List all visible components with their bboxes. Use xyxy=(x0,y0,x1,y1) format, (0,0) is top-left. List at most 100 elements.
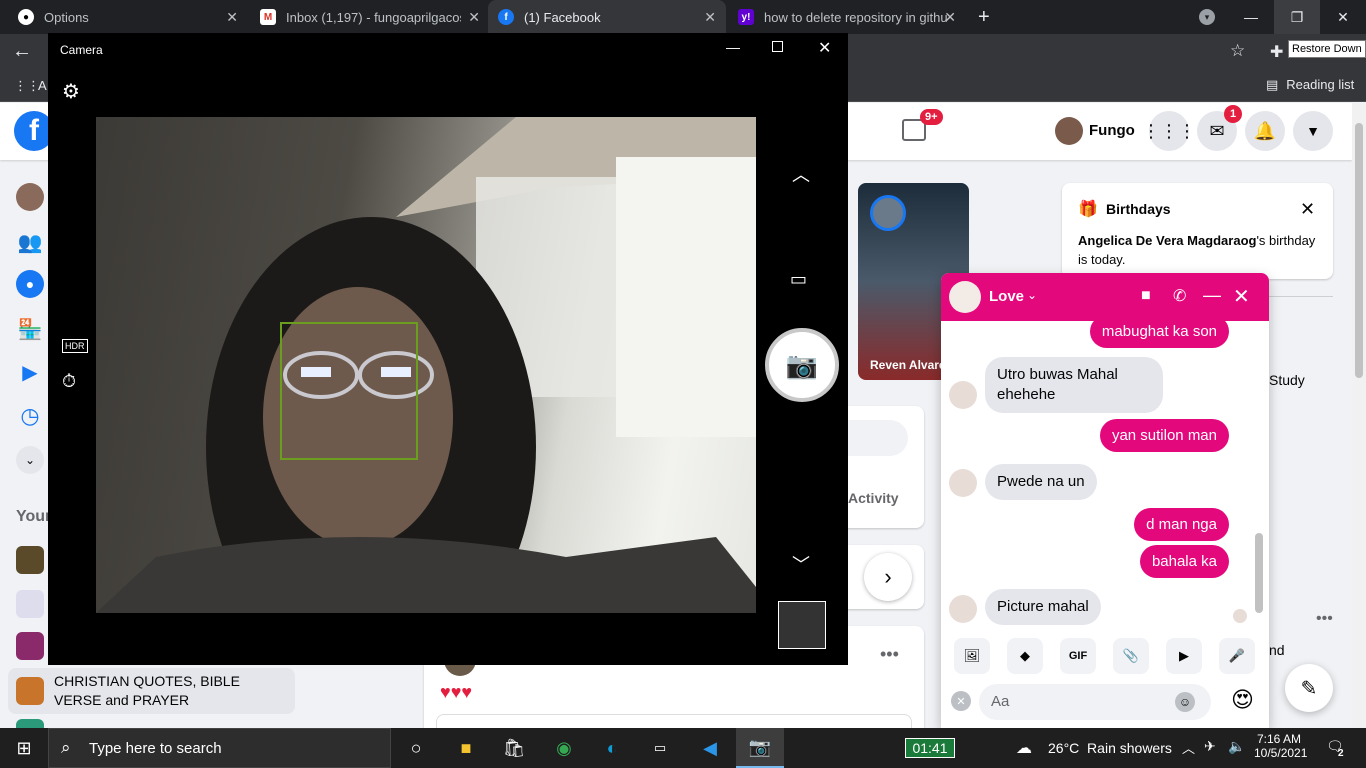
close-tab-icon[interactable]: ✕ xyxy=(226,9,238,26)
contact-label-study: Study xyxy=(1269,372,1305,388)
shortcut-grade1-icon[interactable] xyxy=(16,546,44,574)
video-mode-icon[interactable]: ▭ xyxy=(790,269,807,290)
tab-yahoo[interactable]: y! how to delete repository in githu ✕ xyxy=(728,0,966,34)
tab-search-icon[interactable]: ▾ xyxy=(1199,9,1215,25)
notifications-bell-icon[interactable]: 🔔 xyxy=(1245,111,1285,151)
chat-contact-avatar[interactable] xyxy=(949,281,981,313)
emoji-picker-icon[interactable]: ☺ xyxy=(1175,692,1195,712)
volume-icon[interactable]: 🔈 xyxy=(1228,738,1245,755)
chat-contact-name[interactable]: Love xyxy=(989,288,1024,305)
profile-avatar[interactable] xyxy=(1055,117,1083,145)
take-photo-button[interactable]: 📷 xyxy=(765,328,839,402)
taskbar-search-box[interactable]: ⌕ Type here to search xyxy=(48,728,391,768)
birthdays-card: 🎁 Birthdays ✕ Angelica De Vera Magdaraog… xyxy=(1062,183,1333,279)
profile-name[interactable]: Fungo xyxy=(1089,122,1135,139)
task-view-icon[interactable]: ○ xyxy=(392,728,440,768)
terminal-icon[interactable]: ▭ xyxy=(636,728,684,768)
clock[interactable]: 7:16 AM 10/5/2021 xyxy=(1254,732,1307,760)
your-shortcuts-heading: Your xyxy=(16,508,52,525)
send-reaction-emoji-icon[interactable]: 😍 xyxy=(1231,687,1254,713)
tab-title: (1) Facebook xyxy=(524,9,601,25)
vscode-icon[interactable]: ◀ xyxy=(686,728,734,768)
post-options-icon[interactable]: ••• xyxy=(880,644,899,665)
tab-title: Options xyxy=(44,9,89,25)
camera-settings-gear-icon[interactable]: ⚙ xyxy=(62,79,80,104)
shortcut-ict-icon[interactable] xyxy=(16,590,44,618)
attach-photo-icon[interactable]: 🖼 xyxy=(954,638,990,674)
camera-window-title: Camera xyxy=(60,43,103,57)
chat-scrollbar[interactable] xyxy=(1255,533,1263,613)
bookmark-apps-label[interactable]: A xyxy=(38,78,47,93)
weather-text[interactable]: 26°C Rain showers xyxy=(1048,740,1172,756)
see-more-chevron-icon[interactable]: ⌄ xyxy=(16,446,44,474)
camera-chevron-up-icon[interactable]: ︿ xyxy=(792,161,810,187)
last-photo-thumbnail[interactable] xyxy=(778,601,826,649)
microphone-icon[interactable]: 🎤 xyxy=(1219,638,1255,674)
video-call-icon[interactable]: ■ xyxy=(1141,287,1151,305)
account-dropdown-icon[interactable]: ▼ xyxy=(1293,111,1333,151)
camera-chevron-down-icon[interactable]: ﹀ xyxy=(792,551,810,577)
shortcut-group-icon[interactable] xyxy=(16,632,44,660)
windows-start-icon[interactable]: ⊞ xyxy=(0,728,48,768)
camera-taskbar-icon[interactable]: 📷 xyxy=(736,728,784,768)
watch-icon[interactable]: ▶ xyxy=(16,358,44,386)
close-tab-icon[interactable]: ✕ xyxy=(704,9,716,26)
new-message-edit-icon[interactable]: ✎ xyxy=(1285,664,1333,712)
close-chat-icon[interactable]: ✕ xyxy=(1233,284,1250,309)
minimize-chat-icon[interactable]: — xyxy=(1203,285,1221,306)
contacts-options-icon[interactable]: ••• xyxy=(1316,610,1333,628)
sticker-icon[interactable]: ◆ xyxy=(1007,638,1043,674)
apps-grid-icon[interactable]: ⋮⋮ xyxy=(14,78,40,94)
close-tab-icon[interactable]: ✕ xyxy=(944,9,956,26)
sidebar-profile-avatar[interactable] xyxy=(16,183,44,211)
camera-maximize-button[interactable] xyxy=(772,41,783,52)
voice-call-icon[interactable]: ✆ xyxy=(1173,286,1186,306)
chat-message-input[interactable]: Aa ☺ xyxy=(979,684,1211,720)
reading-list-label: Reading list xyxy=(1286,77,1355,92)
file-explorer-icon[interactable]: ■ xyxy=(442,728,490,768)
timer-widget[interactable]: 01:41 xyxy=(905,738,955,758)
photo-timer-icon[interactable]: ⏱ xyxy=(62,371,76,392)
menu-grid-icon[interactable]: ⋮⋮⋮ xyxy=(1142,111,1196,151)
chrome-icon[interactable]: ◉ xyxy=(540,728,588,768)
new-tab-button[interactable]: + xyxy=(978,6,990,29)
tab-gmail[interactable]: M Inbox (1,197) - fungoaprilgacosta ✕ xyxy=(250,0,490,34)
reading-list-button[interactable]: ▤ Reading list xyxy=(1266,77,1354,93)
friends-icon[interactable]: 👥 xyxy=(16,228,44,256)
chat-options-chevron-icon[interactable]: ⌄ xyxy=(1027,288,1037,302)
network-icon[interactable]: ✈ xyxy=(1204,738,1216,755)
minimize-button[interactable]: — xyxy=(1228,0,1274,34)
tab-facebook[interactable]: f (1) Facebook ✕ xyxy=(488,0,726,34)
hdr-toggle-icon[interactable]: HDR xyxy=(62,339,88,353)
birthday-person-name[interactable]: Angelica De Vera Magdaraog xyxy=(1078,233,1256,248)
store-icon[interactable]: 🛍 xyxy=(490,728,538,768)
restore-down-button[interactable]: ❐ xyxy=(1274,0,1320,34)
camera-minimize-button[interactable]: — xyxy=(726,39,740,55)
back-arrow-icon[interactable]: ← xyxy=(12,40,32,63)
attach-file-icon[interactable]: 📎 xyxy=(1113,638,1149,674)
gif-button[interactable]: GIF xyxy=(1060,638,1096,674)
groups-icon[interactable]: ● xyxy=(16,270,44,298)
close-window-button[interactable]: ✕ xyxy=(1320,0,1366,34)
edge-icon[interactable]: ◐ xyxy=(588,728,636,768)
scrollbar-thumb[interactable] xyxy=(1355,123,1363,378)
next-arrow-icon[interactable]: › xyxy=(864,553,912,601)
restore-down-tooltip: Restore Down xyxy=(1288,40,1366,58)
page-scrollbar[interactable] xyxy=(1352,103,1366,728)
life-event-activity-button[interactable]: Activity xyxy=(848,490,899,506)
tab-options[interactable]: ● Options ✕ xyxy=(8,0,248,34)
close-tab-icon[interactable]: ✕ xyxy=(468,9,480,26)
close-tools-icon[interactable]: ✕ xyxy=(951,691,971,711)
bookmark-star-icon[interactable]: ☆ xyxy=(1230,41,1245,61)
shortcut-christian-quotes[interactable]: CHRISTIAN QUOTES, BIBLE VERSE and PRAYER xyxy=(8,668,295,714)
close-birthdays-icon[interactable]: ✕ xyxy=(1300,199,1315,220)
create-post-card: Activity xyxy=(840,406,924,528)
tray-chevron-up-icon[interactable]: ︿ xyxy=(1182,738,1195,757)
extensions-icon[interactable]: ✚ xyxy=(1270,42,1283,62)
whats-on-your-mind-input[interactable] xyxy=(840,420,908,456)
memories-icon[interactable]: ◷ xyxy=(16,402,44,430)
marketplace-icon[interactable]: 🏪 xyxy=(16,315,44,343)
message-outgoing: mabughat ka son xyxy=(1089,315,1229,348)
camera-close-button[interactable]: ✕ xyxy=(818,38,831,58)
video-clip-icon[interactable]: ▶ xyxy=(1166,638,1202,674)
